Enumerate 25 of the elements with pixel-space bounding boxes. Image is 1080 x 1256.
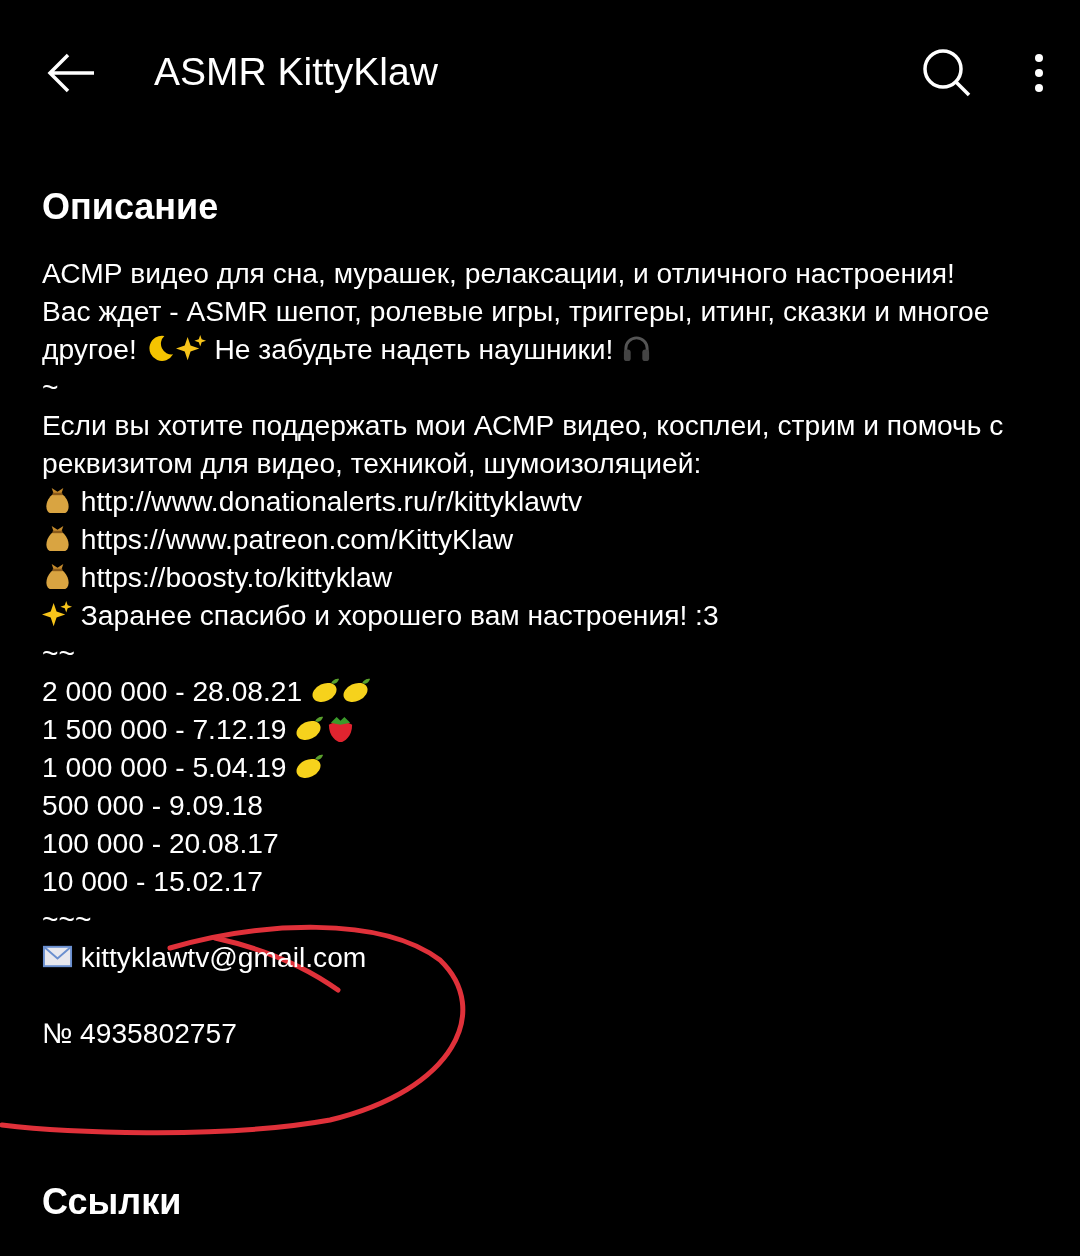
description-text: http://www.donationalerts.ru/r/kittyklawtv [79, 485, 583, 518]
section-heading: Описание [42, 185, 220, 229]
description-text: Не забудьте надеть наушники! [213, 333, 615, 366]
description-text: Если вы хотите поддержать мои АСМР видео, косплеи, стрим и помочь с реквизитом для видео, техникой, шумоизоляцией: [42, 409, 1004, 480]
back-button[interactable] [46, 52, 96, 93]
description-text: Заранее спасибо и хорошего вам настроения! :3 [79, 599, 719, 632]
description-text: ~~ [42, 637, 75, 670]
description-text: 100 000 - 20.08.17 [42, 827, 279, 860]
description-text: 1 000 000 - 5.04.19 [42, 751, 288, 784]
description-text: 1 500 000 - 7.12.19 [42, 713, 288, 746]
search-button[interactable] [922, 47, 972, 98]
description-text: 500 000 - 9.09.18 [42, 789, 263, 822]
description-text: 10 000 - 15.02.17 [42, 865, 263, 898]
menu-button[interactable] [1034, 52, 1044, 93]
app-title: ASMR KittyKlaw [154, 49, 438, 96]
description-text: АСМР видео для сна, мурашек, релаксации, и отличного настроения! [42, 257, 955, 290]
description-text: Вас ждет - ASMR шепот, ролевые игры, триггеры, итинг, сказки и многое [42, 295, 990, 328]
description-text: 2 000 000 - 28.08.21 [42, 675, 304, 708]
description-text: ~ [42, 371, 59, 404]
section-heading: Ссылки [42, 1180, 183, 1224]
description-text: другое! [42, 333, 138, 366]
description-text: https://boosty.to/kittyklaw [79, 561, 393, 594]
description-text: ~~~ [42, 903, 92, 936]
description-text: https://www.patreon.com/KittyKlaw [79, 523, 514, 556]
description-text: № 4935802757 [42, 1017, 237, 1050]
